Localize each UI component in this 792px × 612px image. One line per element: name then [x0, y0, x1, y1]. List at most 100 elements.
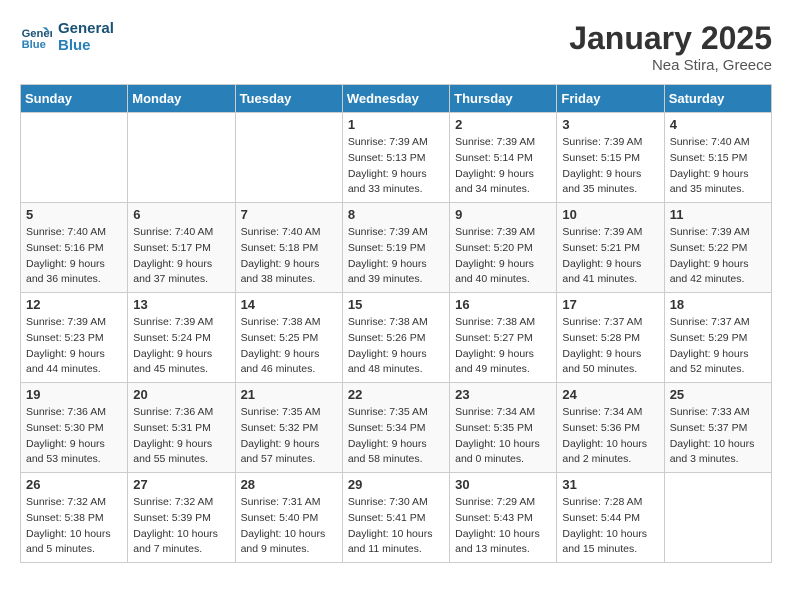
day-number: 7: [241, 207, 337, 222]
day-number: 17: [562, 297, 658, 312]
col-header-sunday: Sunday: [21, 85, 128, 113]
day-number: 19: [26, 387, 122, 402]
calendar-cell: 22 Sunrise: 7:35 AMSunset: 5:34 PMDayligh…: [342, 383, 449, 473]
day-info: Sunrise: 7:34 AMSunset: 5:36 PMDaylight:…: [562, 405, 658, 468]
col-header-saturday: Saturday: [664, 85, 771, 113]
day-info: Sunrise: 7:33 AMSunset: 5:37 PMDaylight:…: [670, 405, 766, 468]
day-info: Sunrise: 7:39 AMSunset: 5:20 PMDaylight:…: [455, 225, 551, 288]
day-number: 4: [670, 117, 766, 132]
calendar-cell: [664, 473, 771, 563]
calendar-cell: 11 Sunrise: 7:39 AMSunset: 5:22 PMDayligh…: [664, 203, 771, 293]
calendar-cell: 6 Sunrise: 7:40 AMSunset: 5:17 PMDaylight…: [128, 203, 235, 293]
day-info: Sunrise: 7:35 AMSunset: 5:32 PMDaylight:…: [241, 405, 337, 468]
week-row-5: 26Sunrise: 7:32 AMSunset: 5:38 PMDayligh…: [21, 473, 772, 563]
day-number: 16: [455, 297, 551, 312]
week-row-4: 19 Sunrise: 7:36 AMSunset: 5:30 PMDayligh…: [21, 383, 772, 473]
calendar-cell: 15 Sunrise: 7:38 AMSunset: 5:26 PMDayligh…: [342, 293, 449, 383]
day-info: Sunrise: 7:35 AMSunset: 5:34 PMDaylight:…: [348, 405, 444, 468]
day-info: Sunrise: 7:40 AMSunset: 5:15 PMDaylight:…: [670, 135, 766, 198]
calendar-cell: 4 Sunrise: 7:40 AMSunset: 5:15 PMDaylight…: [664, 113, 771, 203]
title-area: January 2025 Nea Stira, Greece: [569, 20, 772, 74]
day-number: 27: [133, 477, 229, 492]
calendar-cell: 10 Sunrise: 7:39 AMSunset: 5:21 PMDayligh…: [557, 203, 664, 293]
day-number: 22: [348, 387, 444, 402]
calendar-cell: 8 Sunrise: 7:39 AMSunset: 5:19 PMDaylight…: [342, 203, 449, 293]
day-info: Sunrise: 7:30 AMSunset: 5:41 PMDaylight:…: [348, 495, 444, 558]
day-number: 1: [348, 117, 444, 132]
day-number: 2: [455, 117, 551, 132]
calendar-cell: 20 Sunrise: 7:36 AMSunset: 5:31 PMDayligh…: [128, 383, 235, 473]
calendar-table: SundayMondayTuesdayWednesdayThursdayFrid…: [20, 84, 772, 563]
subtitle: Nea Stira, Greece: [569, 57, 772, 74]
day-number: 6: [133, 207, 229, 222]
calendar-cell: 7 Sunrise: 7:40 AMSunset: 5:18 PMDaylight…: [235, 203, 342, 293]
col-header-wednesday: Wednesday: [342, 85, 449, 113]
day-info: Sunrise: 7:29 AMSunset: 5:43 PMDaylight:…: [455, 495, 551, 558]
calendar-cell: 18 Sunrise: 7:37 AMSunset: 5:29 PMDayligh…: [664, 293, 771, 383]
day-number: 25: [670, 387, 766, 402]
logo: General Blue General Blue: [20, 20, 114, 54]
day-info: Sunrise: 7:40 AMSunset: 5:16 PMDaylight:…: [26, 225, 122, 288]
week-row-1: 1 Sunrise: 7:39 AMSunset: 5:13 PMDaylight…: [21, 113, 772, 203]
day-number: 13: [133, 297, 229, 312]
col-header-monday: Monday: [128, 85, 235, 113]
calendar-cell: 23 Sunrise: 7:34 AMSunset: 5:35 PMDayligh…: [450, 383, 557, 473]
day-info: Sunrise: 7:37 AMSunset: 5:29 PMDaylight:…: [670, 315, 766, 378]
calendar-cell: 27 Sunrise: 7:32 AMSunset: 5:39 PMDayligh…: [128, 473, 235, 563]
day-number: 18: [670, 297, 766, 312]
day-number: 8: [348, 207, 444, 222]
day-info: Sunrise: 7:31 AMSunset: 5:40 PMDaylight:…: [241, 495, 337, 558]
col-header-thursday: Thursday: [450, 85, 557, 113]
day-info: Sunrise: 7:40 AMSunset: 5:17 PMDaylight:…: [133, 225, 229, 288]
calendar-cell: 3Sunrise: 7:39 AMSunset: 5:15 PMDaylight…: [557, 113, 664, 203]
day-info: Sunrise: 7:39 AMSunset: 5:24 PMDaylight:…: [133, 315, 229, 378]
calendar-cell: 29 Sunrise: 7:30 AMSunset: 5:41 PMDayligh…: [342, 473, 449, 563]
calendar-cell: 13 Sunrise: 7:39 AMSunset: 5:24 PMDayligh…: [128, 293, 235, 383]
calendar-cell: [235, 113, 342, 203]
svg-text:Blue: Blue: [22, 39, 46, 51]
day-number: 10: [562, 207, 658, 222]
day-info: Sunrise: 7:37 AMSunset: 5:28 PMDaylight:…: [562, 315, 658, 378]
calendar-cell: [21, 113, 128, 203]
calendar-cell: 12Sunrise: 7:39 AMSunset: 5:23 PMDayligh…: [21, 293, 128, 383]
day-number: 3: [562, 117, 658, 132]
day-number: 15: [348, 297, 444, 312]
day-number: 5: [26, 207, 122, 222]
day-number: 14: [241, 297, 337, 312]
day-info: Sunrise: 7:39 AMSunset: 5:21 PMDaylight:…: [562, 225, 658, 288]
day-number: 28: [241, 477, 337, 492]
day-info: Sunrise: 7:40 AMSunset: 5:18 PMDaylight:…: [241, 225, 337, 288]
main-title: January 2025: [569, 20, 772, 57]
day-number: 30: [455, 477, 551, 492]
day-info: Sunrise: 7:36 AMSunset: 5:31 PMDaylight:…: [133, 405, 229, 468]
day-number: 24: [562, 387, 658, 402]
day-info: Sunrise: 7:34 AMSunset: 5:35 PMDaylight:…: [455, 405, 551, 468]
header: General Blue General Blue January 2025 N…: [20, 20, 772, 74]
calendar-cell: 19 Sunrise: 7:36 AMSunset: 5:30 PMDayligh…: [21, 383, 128, 473]
day-info: Sunrise: 7:39 AMSunset: 5:14 PMDaylight:…: [455, 135, 551, 198]
day-info: Sunrise: 7:28 AMSunset: 5:44 PMDaylight:…: [562, 495, 658, 558]
calendar-cell: 25 Sunrise: 7:33 AMSunset: 5:37 PMDayligh…: [664, 383, 771, 473]
day-info: Sunrise: 7:32 AMSunset: 5:38 PMDaylight:…: [26, 495, 122, 558]
calendar-cell: 14Sunrise: 7:38 AMSunset: 5:25 PMDayligh…: [235, 293, 342, 383]
calendar-header-row: SundayMondayTuesdayWednesdayThursdayFrid…: [21, 85, 772, 113]
day-info: Sunrise: 7:36 AMSunset: 5:30 PMDaylight:…: [26, 405, 122, 468]
calendar-cell: 5 Sunrise: 7:40 AMSunset: 5:16 PMDaylight…: [21, 203, 128, 293]
calendar-cell: 31Sunrise: 7:28 AMSunset: 5:44 PMDayligh…: [557, 473, 664, 563]
calendar-cell: 16 Sunrise: 7:38 AMSunset: 5:27 PMDayligh…: [450, 293, 557, 383]
day-info: Sunrise: 7:38 AMSunset: 5:26 PMDaylight:…: [348, 315, 444, 378]
day-number: 29: [348, 477, 444, 492]
day-number: 20: [133, 387, 229, 402]
day-info: Sunrise: 7:39 AMSunset: 5:22 PMDaylight:…: [670, 225, 766, 288]
day-number: 11: [670, 207, 766, 222]
logo-line2: Blue: [58, 37, 114, 54]
day-number: 23: [455, 387, 551, 402]
day-info: Sunrise: 7:39 AMSunset: 5:19 PMDaylight:…: [348, 225, 444, 288]
calendar-cell: 21Sunrise: 7:35 AMSunset: 5:32 PMDayligh…: [235, 383, 342, 473]
day-info: Sunrise: 7:38 AMSunset: 5:27 PMDaylight:…: [455, 315, 551, 378]
calendar-cell: 26Sunrise: 7:32 AMSunset: 5:38 PMDayligh…: [21, 473, 128, 563]
day-info: Sunrise: 7:32 AMSunset: 5:39 PMDaylight:…: [133, 495, 229, 558]
col-header-friday: Friday: [557, 85, 664, 113]
col-header-tuesday: Tuesday: [235, 85, 342, 113]
day-info: Sunrise: 7:39 AMSunset: 5:13 PMDaylight:…: [348, 135, 444, 198]
